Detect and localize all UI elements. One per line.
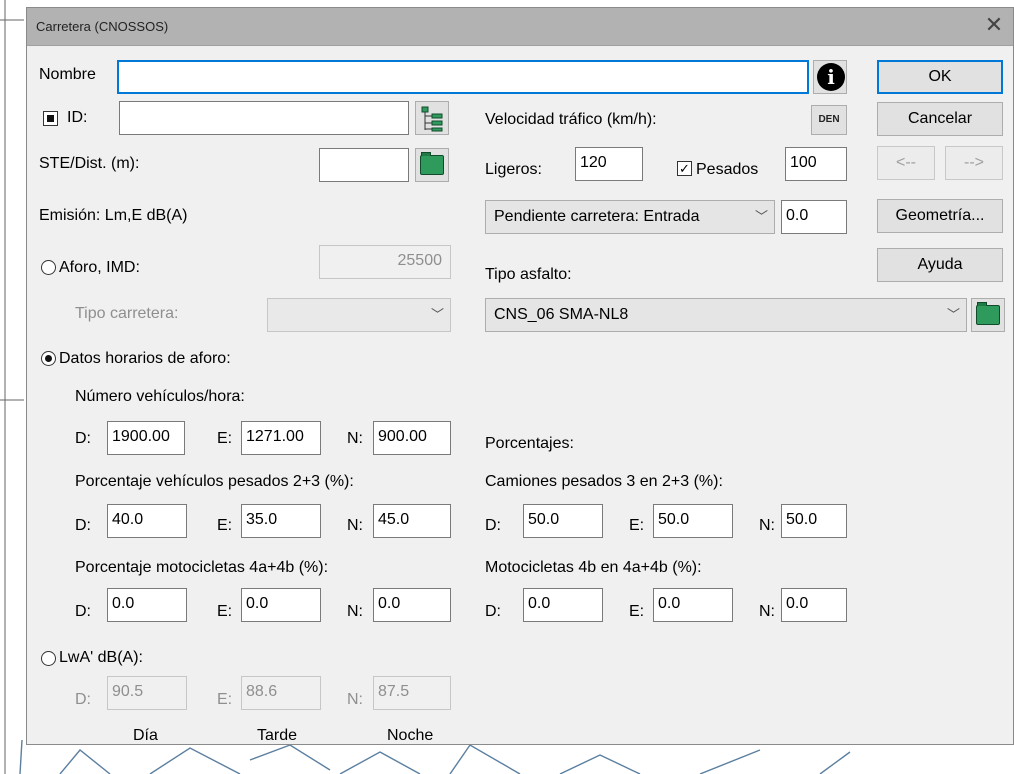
lwa-n-label: N: [347,691,363,708]
aforo-label: Aforo, IMD: [59,259,140,276]
nombre-label: Nombre [39,66,96,83]
emision-label: Emisión: Lm,E dB(A) [39,207,188,224]
pendiente-select[interactable]: Pendiente carretera: Entrada ﹀ [485,200,775,234]
veh-e-input[interactable]: 1271.00 [241,421,321,455]
ste-input[interactable] [319,148,409,182]
mot-n-label: N: [347,603,363,620]
dialog-title: Carretera (CNOSSOS) [36,19,169,34]
ste-folder-button[interactable] [415,148,449,182]
mot-e-input[interactable]: 0.0 [241,588,321,622]
tarde-label: Tarde [257,727,298,744]
chevron-down-icon: ﹀ [754,209,768,224]
m4b-e-input[interactable]: 0.0 [653,588,733,622]
nombre-input[interactable] [117,60,809,94]
title-bar: Carretera (CNOSSOS) ✕ [27,8,1013,46]
m4b-n-input[interactable]: 0.0 [781,588,847,622]
chevron-down-icon: ﹀ [430,307,444,322]
lwa-n-input[interactable]: 87.5 [373,676,451,710]
prev-button[interactable]: <-- [877,146,935,180]
veh-e-label: E: [217,430,233,447]
cancel-button[interactable]: Cancelar [877,102,1003,136]
lwa-e-input[interactable]: 88.6 [241,676,321,710]
pesados-checkbox[interactable]: ✓ [677,161,692,176]
ligeros-label: Ligeros: [485,161,542,178]
asfalto-select[interactable]: CNS_06 SMA-NL8 ﹀ [485,298,967,332]
info-button[interactable]: i [813,60,847,94]
motos4b-label: Motocicletas 4b en 4a+4b (%): [485,559,702,576]
den-icon: DEN [818,114,840,125]
cam-d-input[interactable]: 50.0 [523,504,603,538]
noche-label: Noche [387,727,434,744]
lwa-e-label: E: [217,691,233,708]
pes-n-label: N: [347,517,363,534]
lwa-radio[interactable] [41,651,56,666]
asfalto-label: Tipo asfalto: [485,266,572,283]
id-checkbox[interactable] [43,111,58,126]
asfalto-folder-button[interactable] [971,298,1005,332]
aforo-input[interactable]: 25500 [319,245,451,279]
cam-e-input[interactable]: 50.0 [653,504,733,538]
asfalto-value: CNS_06 SMA-NL8 [494,306,629,323]
cam-n-input[interactable]: 50.0 [781,504,847,538]
cam-e-label: E: [629,517,645,534]
vehiculos-hora-label: Número vehículos/hora: [75,388,245,405]
pesados-pct-label: Porcentaje vehículos pesados 2+3 (%): [75,473,354,490]
geometry-button[interactable]: Geometría... [877,199,1003,233]
m4b-n-label: N: [759,603,775,620]
porcentajes-label: Porcentajes: [485,435,574,452]
tree-button[interactable] [415,101,449,135]
pes-e-label: E: [217,517,233,534]
aforo-radio[interactable] [41,260,56,275]
cam-n-label: N: [759,517,775,534]
mot-d-input[interactable]: 0.0 [107,588,187,622]
m4b-e-label: E: [629,603,645,620]
datos-horarios-label: Datos horarios de aforo: [59,350,231,367]
pendiente-value: Pendiente carretera: Entrada [494,208,700,225]
tipo-carretera-select[interactable]: ﹀ [267,298,451,332]
mot-n-input[interactable]: 0.0 [373,588,451,622]
tipo-carretera-label: Tipo carretera: [75,305,179,322]
close-icon[interactable]: ✕ [979,10,1009,40]
pes-e-input[interactable]: 35.0 [241,504,321,538]
camiones-label: Camiones pesados 3 en 2+3 (%): [485,473,723,490]
mot-d-label: D: [75,603,91,620]
pes-d-input[interactable]: 40.0 [107,504,187,538]
pendiente-input[interactable]: 0.0 [781,200,847,234]
next-button[interactable]: --> [945,146,1003,180]
pesados-input[interactable]: 100 [785,147,847,181]
folder-icon [420,152,444,175]
tree-icon [421,106,443,132]
velocidad-label: Velocidad tráfico (km/h): [485,111,657,128]
carretera-dialog: Carretera (CNOSSOS) ✕ Nombre i OK Cancel… [26,7,1014,745]
ste-label: STE/Dist. (m): [39,155,140,172]
lwa-d-label: D: [75,691,91,708]
id-label: ID: [67,109,88,126]
veh-n-input[interactable]: 900.00 [373,421,451,455]
mot-e-label: E: [217,603,233,620]
veh-d-input[interactable]: 1900.00 [107,421,185,455]
dia-label: Día [133,727,158,744]
info-icon: i [817,63,845,91]
pes-d-label: D: [75,517,91,534]
motos-pct-label: Porcentaje motocicletas 4a+4b (%): [75,559,329,576]
den-button[interactable]: DEN [811,105,847,135]
pes-n-input[interactable]: 45.0 [373,504,451,538]
id-input[interactable] [119,101,409,135]
veh-n-label: N: [347,430,363,447]
chevron-down-icon: ﹀ [946,307,960,322]
cam-d-label: D: [485,517,501,534]
ligeros-input[interactable]: 120 [575,147,643,181]
folder-icon [976,302,1000,325]
m4b-d-input[interactable]: 0.0 [523,588,603,622]
datos-horarios-radio[interactable] [41,351,56,366]
lwa-label: LwA' dB(A): [59,649,143,666]
lwa-d-input[interactable]: 90.5 [107,676,187,710]
m4b-d-label: D: [485,603,501,620]
ok-button[interactable]: OK [877,60,1003,94]
pesados-label: Pesados [696,161,759,178]
help-button[interactable]: Ayuda [877,248,1003,282]
veh-d-label: D: [75,430,91,447]
